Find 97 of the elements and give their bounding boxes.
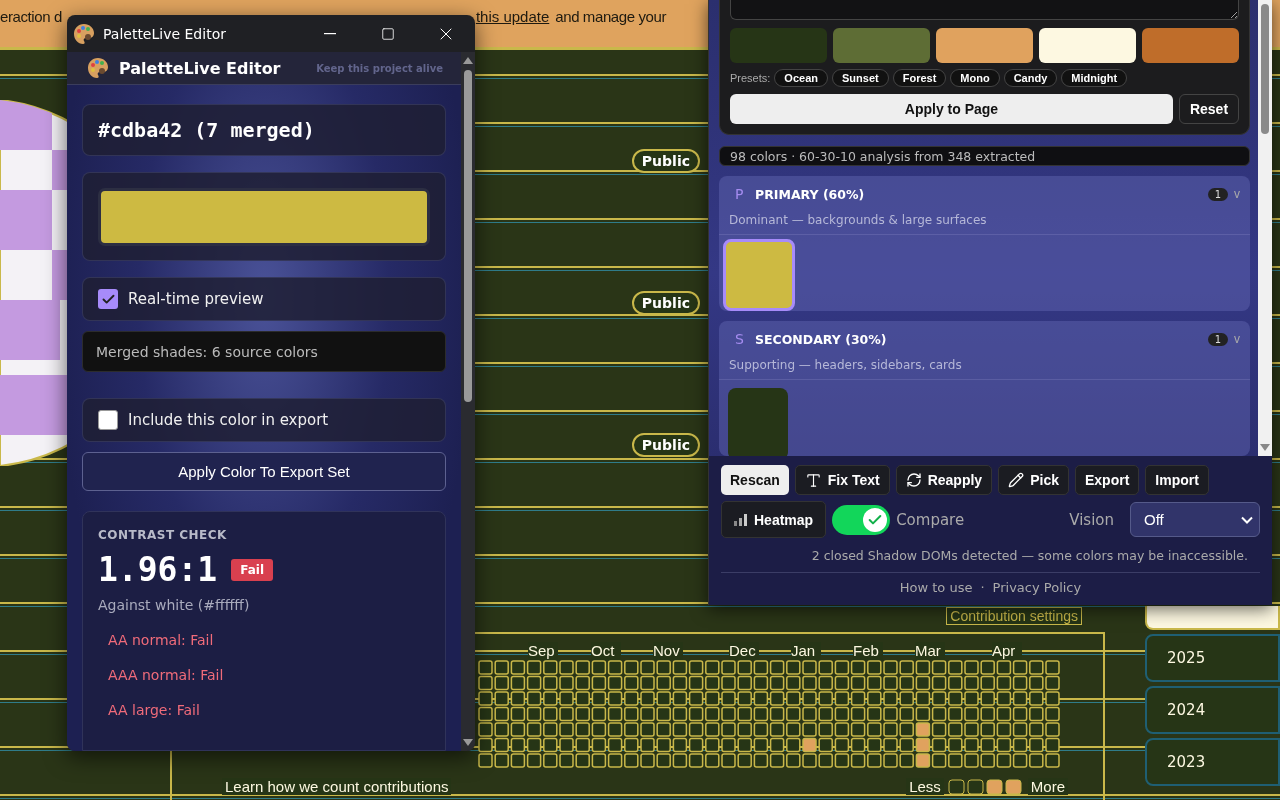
palette-swatch[interactable]: [833, 28, 930, 63]
contrast-ratio: 1.96:1: [98, 550, 218, 589]
checkbox[interactable]: [98, 410, 118, 430]
fail-badge: Fail: [231, 558, 274, 581]
arrow-down-icon[interactable]: [463, 739, 473, 747]
minimize-icon: [324, 32, 336, 35]
color-swatch[interactable]: [723, 239, 795, 311]
month-label: Mar: [915, 642, 945, 660]
group-letter: S: [735, 331, 745, 347]
visibility-badge: Public: [631, 433, 700, 457]
text-area[interactable]: [730, 0, 1239, 20]
text-icon: [804, 471, 822, 489]
apply-button[interactable]: Apply to Page: [730, 94, 1173, 124]
month-label: Nov: [653, 642, 683, 660]
toolbar-button[interactable]: Rescan: [721, 465, 789, 495]
year-tab[interactable]: 2023: [1145, 738, 1280, 786]
checkbox[interactable]: [98, 289, 118, 309]
month-label: Oct: [591, 642, 621, 660]
toolbar-button[interactable]: Fix Text: [794, 465, 890, 495]
merged-info: Merged shades: 6 source colors: [82, 331, 446, 372]
footer-link[interactable]: How to use: [899, 580, 973, 595]
scrollbar-thumb[interactable]: [464, 70, 472, 402]
separator-dot: ·: [980, 580, 985, 595]
checkbox-label: Include this color in export: [128, 411, 329, 429]
preset-chip[interactable]: Midnight: [1061, 69, 1128, 87]
month-label: Apr: [992, 642, 1022, 660]
banner-text: and manage your: [555, 8, 666, 25]
vision-label: Vision: [1069, 510, 1114, 529]
arrow-up-icon[interactable]: [463, 56, 473, 64]
section-heading: CONTRAST CHECK: [98, 528, 228, 542]
palette-logo-icon: [73, 22, 95, 45]
contrast-note: Against white (#ffffff): [98, 597, 251, 613]
banner-link[interactable]: this update: [475, 8, 550, 25]
chevron-down-icon: [1241, 515, 1253, 524]
preview-option[interactable]: Real-time preview: [82, 277, 446, 321]
contribution-settings-link[interactable]: Contribution settings: [946, 607, 1082, 625]
shadow-dom-notice: 2 closed Shadow DOMs detected — some colors may be inaccessible.: [810, 548, 1249, 563]
year-tab[interactable]: 2025: [1145, 634, 1280, 682]
compare-toggle[interactable]: [832, 504, 891, 535]
month-label: Jan: [791, 642, 821, 660]
refresh-icon: [905, 472, 922, 488]
scrollbar[interactable]: [461, 52, 475, 751]
compare-label: Compare: [896, 510, 965, 529]
vision-select[interactable]: Off: [1130, 502, 1260, 537]
scrollbar-thumb[interactable]: [1261, 4, 1269, 134]
color-swatch[interactable]: [98, 187, 430, 246]
toolbar-button[interactable]: Import: [1145, 465, 1209, 495]
preset-chip[interactable]: Candy: [1003, 69, 1058, 87]
count-badge: 1: [1207, 187, 1228, 201]
preset-chip[interactable]: Ocean: [774, 69, 828, 87]
contrast-result: AAA normal: Fail: [108, 667, 225, 683]
bars-icon: [734, 513, 748, 526]
palette-logo-icon: [87, 57, 109, 79]
legend-more-label: More: [1027, 778, 1068, 795]
month-label: Dec: [729, 642, 759, 660]
heatmap-button[interactable]: Heatmap: [721, 501, 827, 538]
export-option[interactable]: Include this color in export: [82, 398, 446, 442]
palette-swatch[interactable]: [1142, 28, 1239, 63]
toolbar-button[interactable]: Export: [1074, 465, 1140, 495]
group-description: Dominant — backgrounds & large surfaces: [719, 204, 1250, 235]
visibility-badge: Public: [631, 149, 700, 173]
reset-button[interactable]: Reset: [1179, 94, 1239, 124]
summary-text: 98 colors · 60-30-10 analysis from 348 extracted: [719, 146, 1250, 166]
preset-chip[interactable]: Forest: [892, 69, 947, 87]
editor-title: PaletteLive Editor: [119, 58, 282, 78]
preset-chip[interactable]: Sunset: [832, 69, 889, 87]
contrast-result: AA normal: Fail: [108, 632, 215, 648]
palette-swatch[interactable]: [730, 28, 827, 63]
presets-label: Presets:: [730, 72, 771, 84]
color-swatch[interactable]: [728, 388, 788, 456]
pen-icon: [1008, 472, 1025, 488]
month-label: Sep: [528, 642, 558, 660]
visibility-badge: Public: [631, 291, 700, 315]
month-label: Feb: [853, 642, 883, 660]
toolbar-button[interactable]: Pick: [998, 465, 1069, 495]
toolbar-button[interactable]: Reapply: [895, 465, 993, 495]
group-title: SECONDARY (30%): [755, 331, 888, 347]
banner-text: eraction d: [0, 8, 62, 25]
checkbox-label: Real-time preview: [128, 290, 264, 308]
group-letter: P: [735, 186, 745, 202]
year-tab[interactable]: 2024: [1145, 686, 1280, 734]
scrollbar[interactable]: [1258, 0, 1272, 456]
contributions-help-link[interactable]: Learn how we count contributions: [222, 778, 452, 795]
palette-swatch[interactable]: [936, 28, 1033, 63]
group-description: Supporting — headers, sidebars, cards: [719, 349, 1250, 380]
legend-less-label: Less: [906, 778, 944, 795]
color-label: #cdba42 (7 merged): [98, 118, 315, 142]
footer-link[interactable]: Privacy Policy: [992, 580, 1082, 595]
palette-swatch[interactable]: [1039, 28, 1136, 63]
arrow-down-icon[interactable]: [1260, 444, 1270, 452]
count-badge: 1: [1207, 332, 1228, 346]
group-title: PRIMARY (60%): [755, 186, 866, 202]
window-title: PaletteLive Editor: [103, 25, 227, 42]
apply-color-button[interactable]: Apply Color To Export Set: [82, 452, 446, 491]
maximize-icon: [381, 26, 395, 41]
preset-chip[interactable]: Mono: [950, 69, 1000, 87]
contrast-result: AA large: Fail: [108, 702, 201, 718]
